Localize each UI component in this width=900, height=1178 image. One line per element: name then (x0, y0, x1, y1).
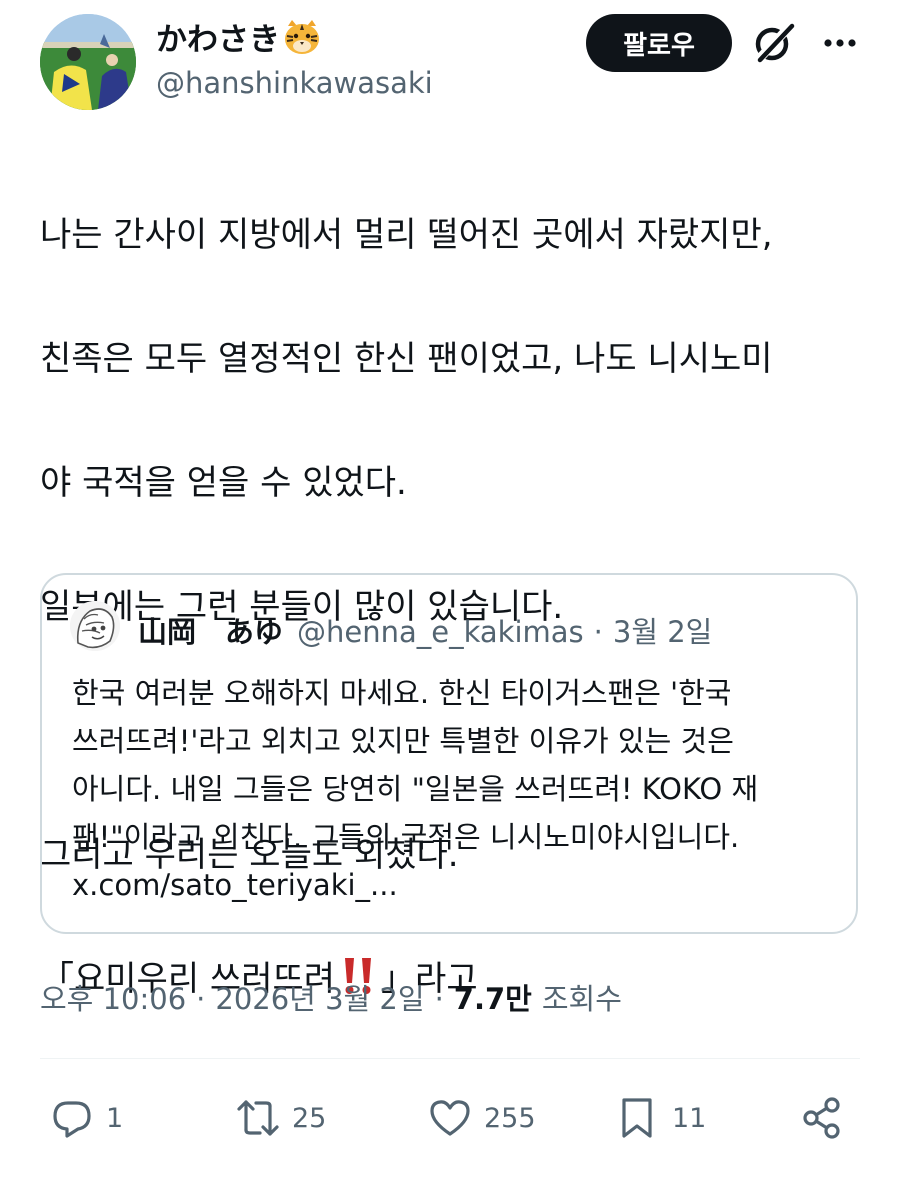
reply-count: 1 (106, 1102, 124, 1134)
share-button[interactable] (800, 1094, 844, 1142)
like-count: 255 (484, 1102, 536, 1134)
tweet-meta: 오후 10:06 · 2026년 3월 2일 · 7.7만 조회수 (40, 976, 622, 1018)
meta-separator: · (196, 982, 206, 1016)
bookmark-count: 11 (672, 1102, 707, 1134)
heart-icon (428, 1096, 472, 1140)
quoted-author-handle[interactable]: @henna_e_kakimas (297, 615, 584, 649)
share-icon (800, 1096, 844, 1140)
view-label: 조회수 (541, 982, 622, 1016)
tweet-line: 나는 간사이 지방에서 멀리 떨어진 곳에서 자랐지만, (40, 215, 773, 255)
bookmark-icon (616, 1096, 660, 1140)
quoted-line: 팬!"이라고 외친다. 그들의 국적은 니시노미야시입니다. (72, 820, 740, 854)
retweet-icon (236, 1096, 280, 1140)
quoted-author-avatar[interactable] (70, 601, 120, 651)
author-name-row[interactable]: かわさき (156, 14, 322, 59)
quoted-link[interactable]: x.com/sato_teriyaki_... (72, 861, 842, 909)
retweet-button[interactable]: 25 (236, 1094, 326, 1142)
reply-button[interactable]: 1 (50, 1094, 123, 1142)
tweet-date[interactable]: 2026년 3월 2일 (215, 976, 424, 1018)
follow-button[interactable]: 팔로우 (586, 14, 732, 72)
reply-icon (50, 1096, 94, 1140)
tiger-face-icon (282, 18, 322, 56)
quoted-tweet-text: 한국 여러분 오해하지 마세요. 한신 타이거스팬은 '한국 쓰러뜨려!'라고 … (72, 669, 842, 909)
quoted-separator: · (593, 615, 603, 649)
like-button[interactable]: 255 (428, 1094, 536, 1142)
tweet-time[interactable]: 오후 10:06 (40, 976, 186, 1018)
author-avatar[interactable] (40, 14, 136, 110)
quoted-tweet-header: 山岡 あゆ @henna_e_kakimas · 3월 2일 (138, 609, 712, 651)
quoted-line: 쓰러뜨려!'라고 외치고 있지만 특별한 이유가 있는 것은 (72, 724, 734, 758)
retweet-count: 25 (292, 1102, 327, 1134)
author-display-name[interactable]: かわさき (156, 14, 280, 59)
quoted-line: 한국 여러분 오해하지 마세요. 한신 타이거스팬은 '한국 (72, 676, 732, 710)
grok-icon[interactable] (750, 18, 798, 66)
meta-separator: · (434, 982, 444, 1016)
author-handle[interactable]: @hanshinkawasaki (156, 66, 433, 100)
quoted-author-name[interactable]: 山岡 あゆ (138, 609, 283, 651)
quoted-tweet-card[interactable]: 山岡 あゆ @henna_e_kakimas · 3월 2일 한국 여러분 오해… (40, 573, 858, 934)
divider (40, 1058, 860, 1059)
more-icon[interactable] (820, 26, 860, 60)
bookmark-button[interactable]: 11 (616, 1094, 706, 1142)
quoted-line: 아니다. 내일 그들은 당연히 "일본을 쓰러뜨려! KOKO 재 (72, 772, 759, 806)
tweet-line: 야 국적을 얻을 수 있었다. (40, 463, 407, 503)
quoted-date[interactable]: 3월 2일 (613, 609, 712, 651)
tweet-detail: かわさき @hanshinkawasaki 팔로우 나는 간사이 지방에서 멀리… (0, 0, 900, 1178)
tweet-line: 친족은 모두 열정적인 한신 팬이었고, 나도 니시노미 (40, 339, 773, 379)
view-count[interactable]: 7.7만 (454, 976, 532, 1018)
